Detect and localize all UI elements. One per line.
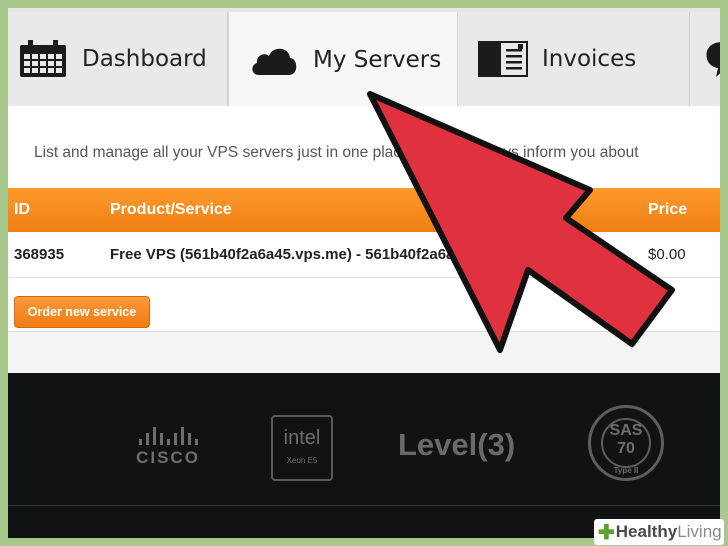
tab-bar: Dashboard My Servers Invoices [8,8,720,108]
sas70-logo-top: SAS [609,422,643,439]
healthy-living-plus-icon: ✚ [598,521,615,544]
watermark-prefix: Healthy [615,522,678,541]
tab-dashboard-label: Dashboard [82,46,207,72]
servers-panel: List and manage all your VPS servers jus… [8,106,720,332]
column-header-id: ID [14,201,30,218]
column-header-product: Product/Service [110,201,232,218]
healthy-living-watermark: ✚ Healthy Living [594,519,724,545]
browser-frame: Dashboard My Servers Invoices List and m… [8,8,720,538]
table-header: ID Product/Service Price [8,188,720,232]
calendar-icon [18,39,68,79]
column-header-price: Price [648,201,688,218]
row-id: 368935 [14,246,65,263]
cisco-logo: CISCO [128,427,208,468]
table-row[interactable]: 368935 Free VPS (561b40f2a6a45.vps.me) -… [8,232,720,278]
order-new-service-button[interactable]: Order new service [14,296,150,328]
speech-bubble-icon [704,39,720,79]
tab-my-servers[interactable]: My Servers [228,12,458,108]
invoice-icon [478,41,528,77]
intel-logo-subtext: Xeon E5 [286,456,318,465]
sas70-logo: SAS 70 Type II [588,405,664,481]
sas70-logo-type: Type II [613,466,639,475]
tab-my-servers-label: My Servers [313,47,442,73]
row-price: $0.00 [648,246,686,263]
tab-dashboard[interactable]: Dashboard [8,12,228,106]
intel-logo-text: intel [283,427,321,449]
tab-invoices[interactable]: Invoices [458,12,690,106]
intel-logo: intel Xeon E5 [271,415,333,481]
cisco-logo-text: CISCO [136,448,200,467]
tab-invoices-label: Invoices [542,46,637,72]
row-product[interactable]: Free VPS (561b40f2a6a45.vps.me) - 561b40… [110,232,471,278]
footer-divider [8,505,720,506]
watermark-suffix: Living [677,522,722,541]
intro-text: List and manage all your VPS servers jus… [34,144,639,161]
cloud-icon [249,43,299,77]
sas70-logo-number: 70 [617,440,635,457]
level3-logo: Level(3) [398,427,516,462]
footer-partners: CISCO intel Xeon E5 Level(3) SAS 70 Type… [8,373,720,538]
tab-support[interactable] [690,12,720,106]
